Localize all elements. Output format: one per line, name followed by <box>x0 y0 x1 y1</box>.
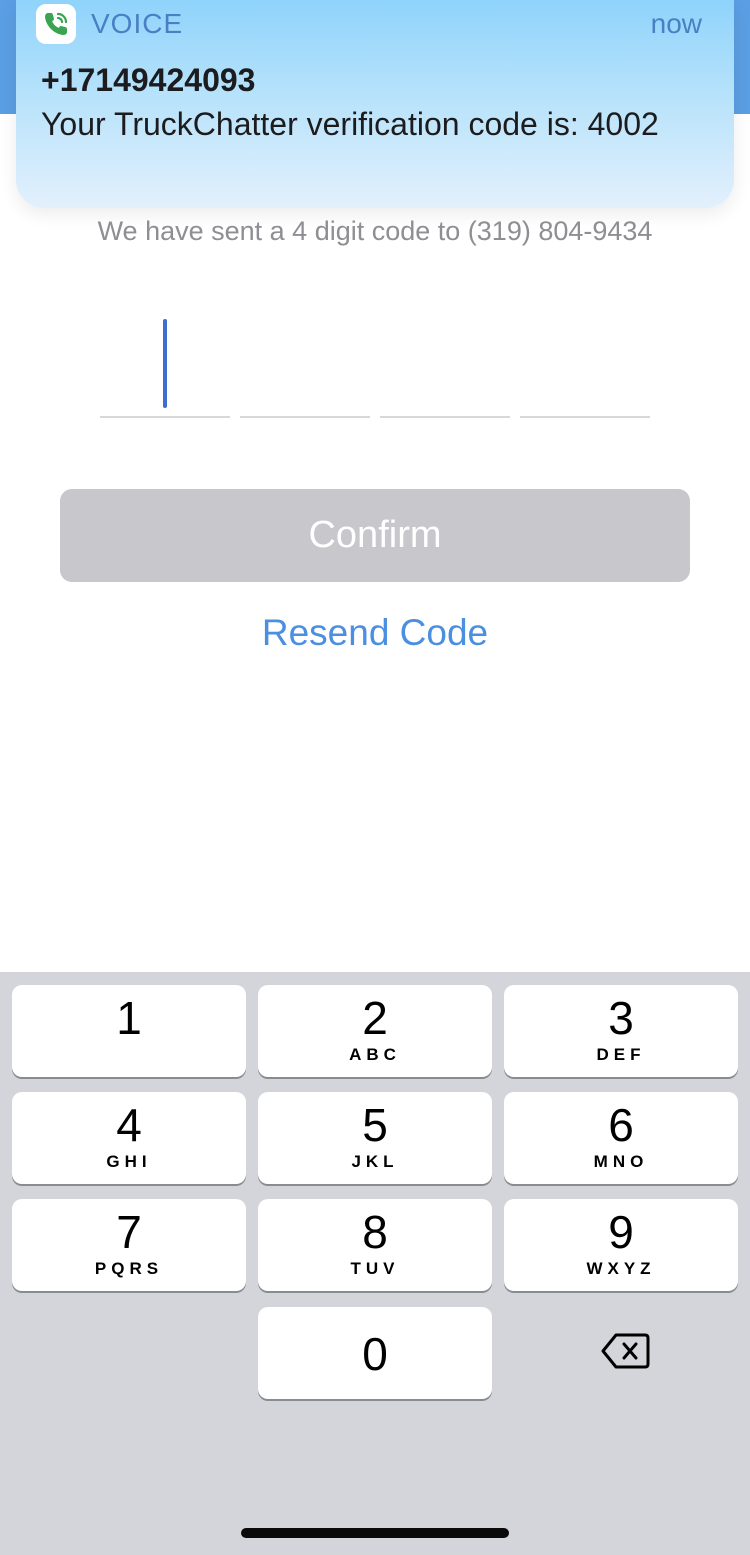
notification-message: Your TruckChatter verification code is: … <box>41 106 659 142</box>
key-digit: 4 <box>116 1099 142 1151</box>
code-digit-input-3[interactable] <box>380 300 510 418</box>
key-letters: TUV <box>350 1259 400 1278</box>
code-digit-input-1[interactable] <box>100 300 230 418</box>
key-digit: 3 <box>608 992 634 1044</box>
notification-time: now <box>650 8 702 39</box>
key-2[interactable]: 2 ABC <box>258 985 492 1077</box>
code-sent-text: We have sent a 4 digit code to (319) 804… <box>97 216 653 246</box>
resend-code-link[interactable]: Resend Code <box>0 612 750 654</box>
key-5[interactable]: 5 JKL <box>258 1092 492 1184</box>
key-1[interactable]: 1 <box>12 985 246 1077</box>
notification-sender: +17149424093 <box>41 62 256 98</box>
key-0[interactable]: 0 <box>258 1307 492 1399</box>
voice-app-icon <box>36 4 76 44</box>
code-digit-input-2[interactable] <box>240 300 370 418</box>
key-letters: DEF <box>596 1045 646 1064</box>
key-digit: 7 <box>116 1206 142 1258</box>
key-3[interactable]: 3 DEF <box>504 985 738 1077</box>
key-digit: 8 <box>362 1206 388 1258</box>
key-digit: 5 <box>362 1099 388 1151</box>
key-digit: 1 <box>116 992 142 1044</box>
key-digit: 2 <box>362 992 388 1044</box>
home-indicator[interactable] <box>241 1528 509 1538</box>
key-letters: GHI <box>106 1152 152 1171</box>
backspace-icon <box>601 1333 650 1369</box>
notification-app-name: VOICE <box>91 8 184 39</box>
key-8[interactable]: 8 TUV <box>258 1199 492 1291</box>
code-digit-input-4[interactable] <box>520 300 650 418</box>
key-4[interactable]: 4 GHI <box>12 1092 246 1184</box>
voice-notification-banner[interactable]: VOICE now +17149424093 Your TruckChatter… <box>16 0 734 208</box>
key-letters: ABC <box>349 1045 401 1064</box>
confirm-button[interactable]: Confirm <box>60 489 690 582</box>
key-digit: 0 <box>362 1328 388 1380</box>
backspace-key[interactable] <box>600 1329 652 1373</box>
key-digit: 9 <box>608 1206 634 1258</box>
key-letters: MNO <box>593 1152 649 1171</box>
key-6[interactable]: 6 MNO <box>504 1092 738 1184</box>
text-cursor <box>163 319 167 408</box>
key-letters: JKL <box>351 1152 399 1171</box>
key-letters: PQRS <box>94 1259 164 1278</box>
key-7[interactable]: 7 PQRS <box>12 1199 246 1291</box>
key-digit: 6 <box>608 1099 634 1151</box>
key-9[interactable]: 9 WXYZ <box>504 1199 738 1291</box>
key-letters: WXYZ <box>586 1259 656 1278</box>
